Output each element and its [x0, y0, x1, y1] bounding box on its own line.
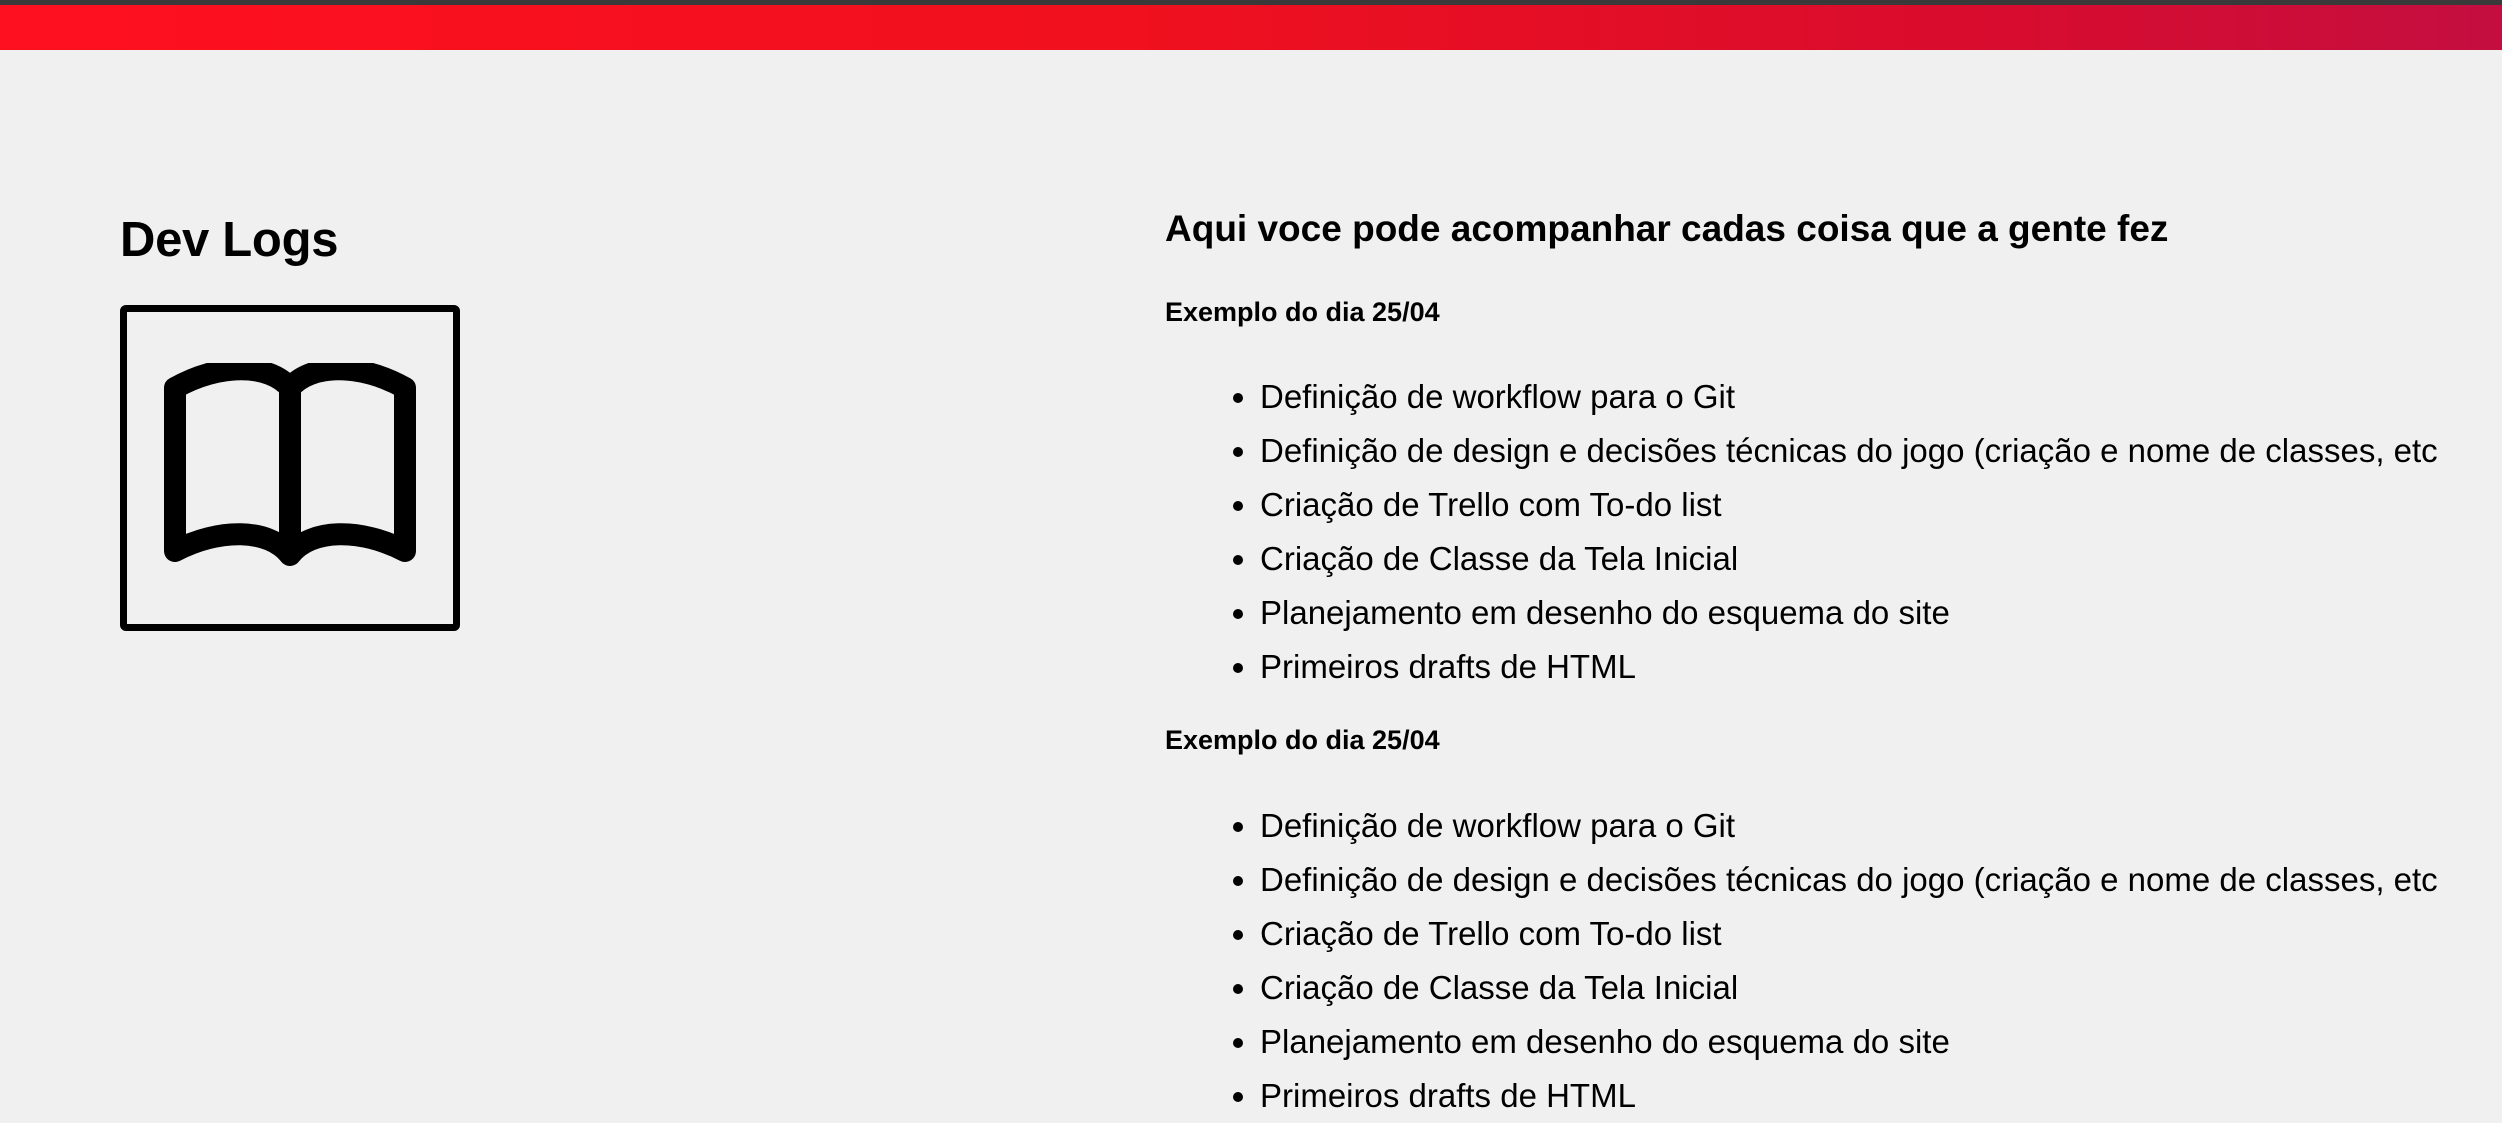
list-item: Primeiros drafts de HTML [1260, 1069, 2438, 1123]
sidebar: Dev Logs [120, 205, 460, 631]
log-day-title: Exemplo do dia 25/04 [1165, 297, 1440, 327]
icon-frame [120, 305, 460, 631]
log-list: Definição de workflow para o Git Definiç… [1165, 799, 2438, 1123]
list-item: Definição de workflow para o Git [1260, 370, 2438, 424]
list-item: Primeiros drafts de HTML [1260, 640, 2438, 694]
list-item: Definição de workflow para o Git [1260, 799, 2438, 853]
top-banner [0, 0, 2502, 50]
list-item: Criação de Classe da Tela Inicial [1260, 532, 2438, 586]
log-list: Definição de workflow para o Git Definiç… [1165, 370, 2438, 694]
list-item: Planejamento em desenho do esquema do si… [1260, 586, 2438, 640]
section-heading: Aqui voce pode acompanhar cadas coisa qu… [1165, 208, 2169, 249]
list-item: Planejamento em desenho do esquema do si… [1260, 1015, 2438, 1069]
list-item: Criação de Classe da Tela Inicial [1260, 961, 2438, 1015]
log-day-title: Exemplo do dia 25/04 [1165, 725, 1440, 755]
list-item: Criação de Trello com To-do list [1260, 907, 2438, 961]
list-item: Criação de Trello com To-do list [1260, 478, 2438, 532]
list-item: Definição de design e decisões técnicas … [1260, 853, 2438, 907]
page-title: Dev Logs [120, 213, 339, 267]
list-item: Definição de design e decisões técnicas … [1260, 424, 2438, 478]
dev-log-content: Aqui voce pode acompanhar cadas coisa qu… [1165, 202, 2495, 1114]
open-book-icon [164, 363, 416, 566]
